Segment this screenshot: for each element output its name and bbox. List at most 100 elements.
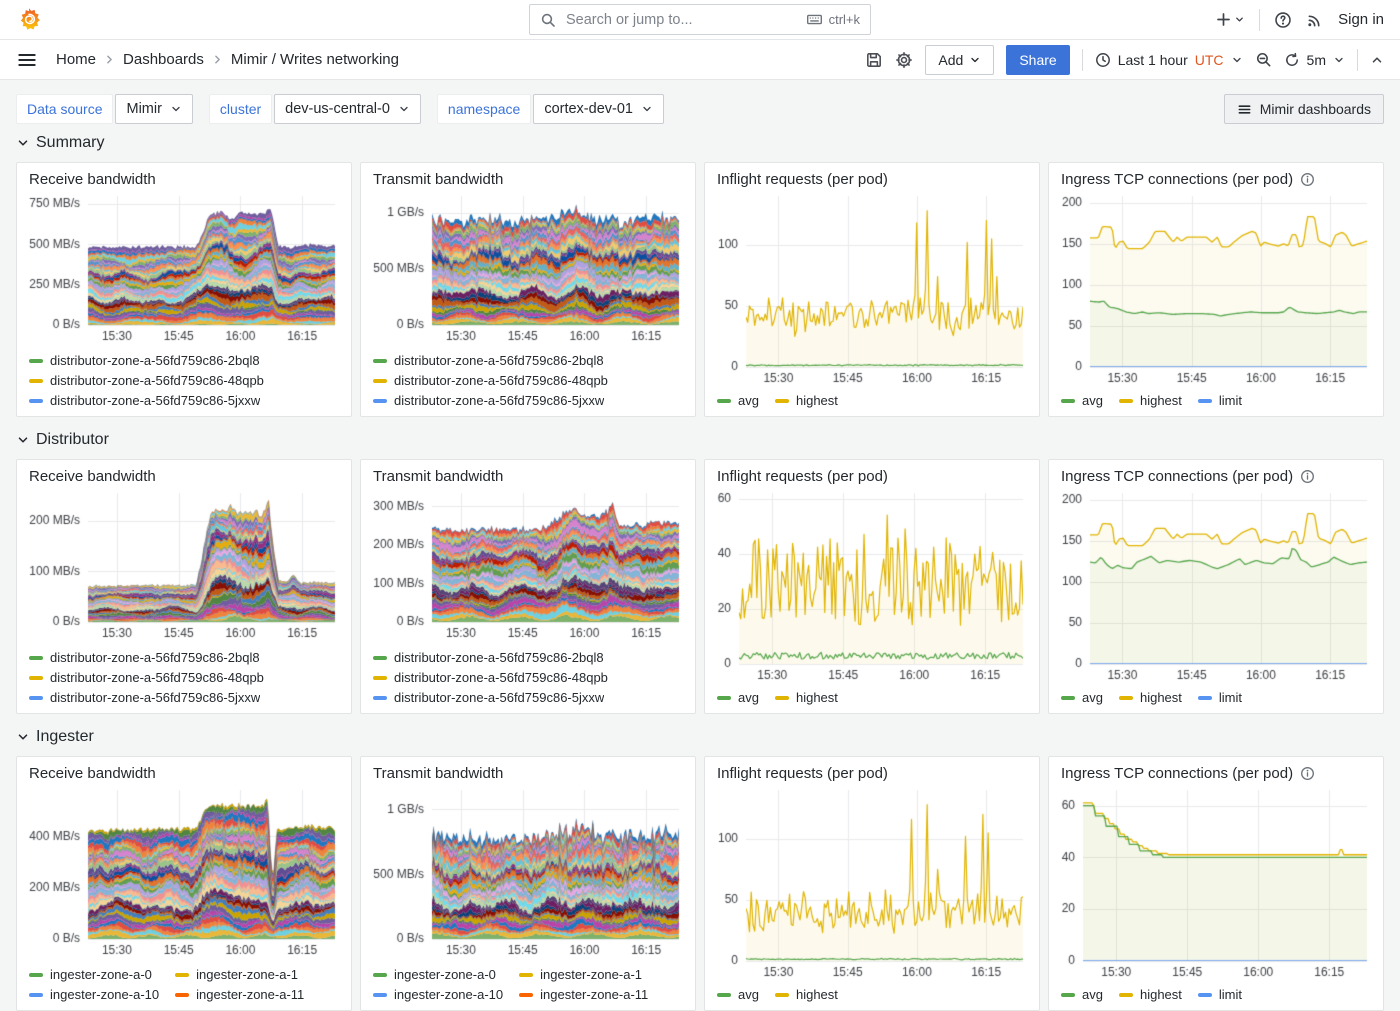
legend-item[interactable]: ingester-zone-a-1 [175,967,304,982]
save-dashboard-button[interactable] [865,51,883,69]
legend-swatch [717,993,731,997]
keyboard-icon [806,11,823,28]
add-button-label: Add [938,52,963,68]
legend-swatch [29,993,43,997]
variable-cluster: cluster dev-us-central-0 [209,94,421,124]
chart-summary-receive-bandwidth[interactable] [27,188,341,347]
clock-icon [1095,52,1111,68]
legend-item[interactable]: distributor-zone-a-56fd759c86-48qpb [373,373,683,388]
chart-ingester-transmit-bandwidth[interactable] [371,782,685,961]
legend-item[interactable]: distributor-zone-a-56fd759c86-5jxxw [373,690,683,705]
legend-item[interactable]: limit [1198,393,1242,408]
breadcrumb-dashboards[interactable]: Dashboards [123,51,204,68]
legend-item[interactable]: highest [775,393,838,408]
dashboard-settings-button[interactable] [895,51,913,69]
legend-item[interactable]: distributor-zone-a-56fd759c86-2bql8 [373,353,683,368]
time-range-picker[interactable]: Last 1 hour UTC [1095,52,1243,68]
add-button[interactable]: Add [925,45,994,75]
variable-namespace-label[interactable]: namespace [437,94,531,124]
legend-item[interactable]: highest [775,690,838,705]
panel-title[interactable]: Inflight requests (per pod) [717,765,888,782]
legend-item[interactable]: avg [1061,393,1103,408]
legend-item[interactable]: distributor-zone-a-56fd759c86-5jxxw [29,393,339,408]
sign-in-link[interactable]: Sign in [1338,11,1384,28]
refresh-picker[interactable]: 5m [1284,52,1345,68]
news-button[interactable] [1306,11,1324,29]
legend-swatch [175,973,189,977]
legend-item[interactable]: ingester-zone-a-0 [29,967,159,982]
panel-title[interactable]: Transmit bandwidth [373,171,503,188]
legend-item[interactable]: distributor-zone-a-56fd759c86-2bql8 [29,353,339,368]
breadcrumb-home[interactable]: Home [56,51,96,68]
legend-item[interactable]: distributor-zone-a-56fd759c86-48qpb [373,670,683,685]
legend-item[interactable]: distributor-zone-a-56fd759c86-2bql8 [29,650,339,665]
legend-item[interactable]: distributor-zone-a-56fd759c86-5jxxw [373,393,683,408]
section-header-distributor[interactable]: Distributor [16,431,1384,449]
variable-cluster-label[interactable]: cluster [209,94,272,124]
chart-summary-inflight-requests-per-pod[interactable] [715,188,1029,389]
variable-cluster-value[interactable]: dev-us-central-0 [274,94,421,124]
chart-ingester-inflight-requests-per-pod[interactable] [715,782,1029,983]
panel-title[interactable]: Ingress TCP connections (per pod) [1061,765,1293,782]
info-icon[interactable] [1300,766,1315,781]
grafana-logo-icon[interactable] [16,7,42,33]
panel-title[interactable]: Receive bandwidth [29,171,156,188]
legend-item[interactable]: avg [717,393,759,408]
legend-item[interactable]: distributor-zone-a-56fd759c86-2bql8 [373,650,683,665]
chart-distributor-receive-bandwidth[interactable] [27,485,341,644]
legend-item[interactable]: distributor-zone-a-56fd759c86-48qpb [29,670,339,685]
panel-title[interactable]: Inflight requests (per pod) [717,171,888,188]
legend: distributor-zone-a-56fd759c86-2bql8 distr… [371,347,685,408]
legend-item[interactable]: distributor-zone-a-56fd759c86-5jxxw [29,690,339,705]
panel-summary-ingress-tcp-connections-per-pod: Ingress TCP connections (per pod) avg high… [1048,162,1384,417]
panel-title[interactable]: Inflight requests (per pod) [717,468,888,485]
mimir-dashboards-button[interactable]: Mimir dashboards [1224,94,1384,124]
section-header-ingester[interactable]: Ingester [16,728,1384,746]
legend-label: avg [1082,393,1103,408]
chevron-down-icon [641,103,653,115]
chart-ingester-receive-bandwidth[interactable] [27,782,341,961]
legend-swatch [373,696,387,700]
legend-item[interactable]: highest [1119,690,1182,705]
legend-item[interactable]: distributor-zone-a-56fd759c86-48qpb [29,373,339,388]
section-header-summary[interactable]: Summary [16,134,1384,152]
panel-title[interactable]: Receive bandwidth [29,468,156,485]
panel-title[interactable]: Transmit bandwidth [373,468,503,485]
legend-swatch [373,359,387,363]
legend-item[interactable]: ingester-zone-a-0 [373,967,503,982]
chart-summary-ingress-tcp-connections-per-pod[interactable] [1059,188,1373,389]
variable-namespace-value[interactable]: cortex-dev-01 [533,94,664,124]
info-icon[interactable] [1300,172,1315,187]
info-icon[interactable] [1300,469,1315,484]
legend-swatch [29,656,43,660]
help-button[interactable] [1274,11,1292,29]
new-menu-button[interactable] [1215,11,1245,28]
legend-swatch [1198,993,1212,997]
share-button[interactable]: Share [1006,45,1069,75]
chart-distributor-transmit-bandwidth[interactable] [371,485,685,644]
panel-title[interactable]: Transmit bandwidth [373,765,503,782]
menu-toggle-button[interactable] [16,49,38,71]
legend-swatch [373,656,387,660]
search-input[interactable] [564,11,798,29]
variable-datasource-value[interactable]: Mimir [115,94,192,124]
legend-item[interactable]: avg [1061,690,1103,705]
chart-summary-transmit-bandwidth[interactable] [371,188,685,347]
panel-title[interactable]: Receive bandwidth [29,765,156,782]
search-box[interactable]: ctrl+k [529,4,871,35]
collapse-toolbar-button[interactable] [1370,53,1384,67]
panel-title[interactable]: Ingress TCP connections (per pod) [1061,468,1293,485]
legend-item[interactable]: highest [1119,393,1182,408]
variable-datasource-label[interactable]: Data source [16,94,113,124]
chart-distributor-ingress-tcp-connections-per-pod[interactable] [1059,485,1373,686]
panel-title[interactable]: Ingress TCP connections (per pod) [1061,171,1293,188]
zoom-out-button[interactable] [1255,51,1272,68]
chart-distributor-inflight-requests-per-pod[interactable] [715,485,1029,686]
legend-label: distributor-zone-a-56fd759c86-48qpb [50,670,264,685]
panel-distributor-ingress-tcp-connections-per-pod: Ingress TCP connections (per pod) avg high… [1048,459,1384,714]
chart-ingester-ingress-tcp-connections-per-pod[interactable] [1059,782,1373,983]
legend-item[interactable]: limit [1198,690,1242,705]
legend-item[interactable]: ingester-zone-a-1 [519,967,648,982]
legend-item[interactable]: avg [717,690,759,705]
chevron-down-icon [398,103,410,115]
